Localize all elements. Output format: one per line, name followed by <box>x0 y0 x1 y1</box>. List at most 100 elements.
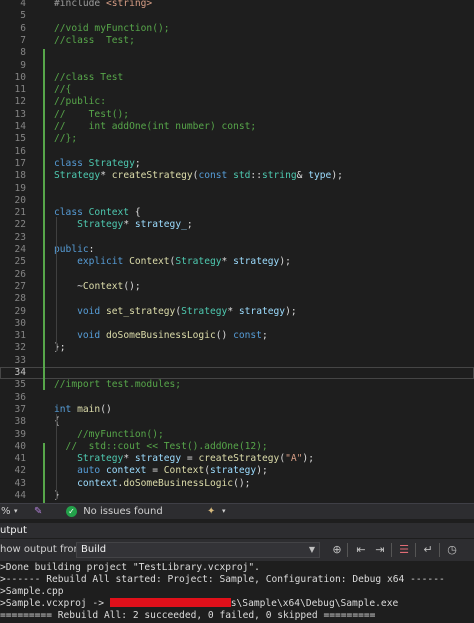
code-line[interactable]: 24 public: <box>0 244 474 256</box>
code-line[interactable]: 25 explicit Context(Strategy* strategy); <box>0 256 474 268</box>
change-margin-bar <box>43 442 45 503</box>
line-number: 36 <box>14 391 26 403</box>
line-number: 20 <box>14 194 26 206</box>
code-line[interactable]: 6 //void myFunction(); <box>0 23 474 35</box>
output-line: >Done building project "TestLibrary.vcxp… <box>0 562 260 573</box>
code-line[interactable]: 8 <box>0 47 474 59</box>
code-text: //myFunction(); <box>54 429 164 441</box>
code-line[interactable]: 11 //{ <box>0 84 474 96</box>
spellcheck-icon[interactable]: ✎ <box>34 504 42 519</box>
line-number: 8 <box>20 47 26 59</box>
line-number: 24 <box>14 244 26 255</box>
code-line[interactable]: 19 <box>0 183 474 195</box>
line-number: 44 <box>14 490 26 501</box>
code-token: Strategy <box>88 157 135 169</box>
code-cleanup-dropdown-icon[interactable]: ▾ <box>222 504 226 519</box>
code-line[interactable]: 33 <box>0 355 474 367</box>
code-line[interactable]: 21 class Context { <box>0 207 474 219</box>
code-line[interactable]: 22 Strategy* strategy_; <box>0 219 474 231</box>
code-line[interactable]: 14 // int addOne(int number) const; <box>0 121 474 133</box>
code-line[interactable]: 10 //class Test <box>0 72 474 84</box>
code-line[interactable]: 23 <box>0 232 474 244</box>
word-wrap-icon[interactable]: ↵ <box>421 543 435 557</box>
toolbar-divider <box>415 543 416 557</box>
code-token: Strategy <box>54 170 101 182</box>
code-text: // int addOne(int number) const; <box>54 121 256 133</box>
code-line[interactable]: 9 <box>0 60 474 72</box>
code-line[interactable]: 5 <box>0 10 474 22</box>
code-line[interactable]: 16 <box>0 146 474 158</box>
output-path-suffix: s\Sample\x64\Debug\Sample.exe <box>230 598 399 609</box>
line-number: 11 <box>14 84 26 96</box>
code-line[interactable]: 35 //import test.modules; <box>0 379 474 391</box>
next-message-icon[interactable]: ⇥ <box>373 543 387 557</box>
line-number: 9 <box>20 59 26 71</box>
code-token: doSomeBusinessLogic <box>123 477 234 489</box>
code-line[interactable]: 40 // std::cout << Test().addOne(12); <box>0 441 474 453</box>
code-token: * <box>100 170 112 182</box>
code-line[interactable]: 13 // Test(); <box>0 109 474 121</box>
code-line[interactable]: 42 auto context = Context(strategy); <box>0 465 474 477</box>
code-line[interactable]: 18 Strategy* createStrategy(const std::st… <box>0 170 474 182</box>
code-line[interactable]: 32}; <box>0 342 474 354</box>
line-number: 14 <box>14 121 26 132</box>
chevron-down-icon: ▼ <box>308 545 315 554</box>
code-editor[interactable]: 4 #include <string> 5 6 //void myFunction();… <box>0 0 474 503</box>
indent-guide <box>56 413 57 500</box>
code-line[interactable]: 17 class Strategy; <box>0 158 474 170</box>
line-number: 19 <box>14 182 26 194</box>
code-token: "A" <box>285 453 303 465</box>
find-message-icon[interactable]: ⊕ <box>330 543 344 557</box>
code-line[interactable]: 27 ~Context(); <box>0 281 474 293</box>
output-text-area[interactable]: >Done building project "TestLibrary.vcxp… <box>0 561 474 623</box>
code-line[interactable]: 38{ <box>0 416 474 428</box>
code-text: //class Test <box>54 72 123 84</box>
code-token: (); <box>123 280 141 292</box>
success-check-icon: ✓ <box>66 506 77 517</box>
code-line[interactable]: 30 <box>0 318 474 330</box>
show-output-from-label: how output from: <box>0 544 87 555</box>
code-token: ; <box>186 219 193 231</box>
code-cleanup-brush-icon[interactable]: ✦ <box>207 504 215 519</box>
code-line[interactable]: 15 //}; <box>0 133 474 145</box>
zoom-level[interactable]: % <box>1 504 11 519</box>
code-line[interactable]: 36 <box>0 392 474 404</box>
line-number: 43 <box>14 477 26 489</box>
code-token: #include <box>54 0 106 9</box>
code-line[interactable]: 41 Strategy* strategy = createStrategy("… <box>0 453 474 465</box>
code-line[interactable]: 7 //class Test; <box>0 35 474 47</box>
line-number: 21 <box>14 207 26 219</box>
code-line[interactable]: 20 <box>0 195 474 207</box>
toolbar-divider <box>347 543 348 557</box>
code-token: void <box>77 330 106 342</box>
code-token: strategy <box>134 453 182 465</box>
code-line[interactable]: 12 //public: <box>0 96 474 108</box>
line-number: 38 <box>14 416 26 428</box>
code-line[interactable]: 28 <box>0 293 474 305</box>
code-token: = <box>146 465 164 477</box>
code-token: auto <box>77 465 106 477</box>
clear-all-icon[interactable]: ☰ <box>397 543 411 557</box>
code-line[interactable]: 31 void doSomeBusinessLogic() const; <box>0 330 474 342</box>
code-line[interactable]: 37 int main() <box>0 404 474 416</box>
timestamp-clock-icon[interactable]: ◷ <box>445 543 459 557</box>
code-line[interactable]: 29 void set_strategy(Strategy* strategy)… <box>0 306 474 318</box>
code-token: : <box>88 244 95 255</box>
code-line[interactable]: 39 //myFunction(); <box>0 429 474 441</box>
zoom-dropdown-icon[interactable]: ▾ <box>14 504 18 519</box>
code-token: doSomeBusinessLogic <box>106 330 216 342</box>
code-line[interactable]: 4 #include <string> <box>0 0 474 10</box>
code-line[interactable]: 44} <box>0 490 474 502</box>
issues-indicator[interactable]: ✓ No issues found <box>66 504 163 519</box>
output-source-select[interactable]: Build ▼ <box>76 542 320 558</box>
line-number: 22 <box>14 219 26 231</box>
code-token: class <box>54 207 89 219</box>
code-line[interactable]: 26 <box>0 269 474 281</box>
code-line[interactable]: 43 context.doSomeBusinessLogic(); <box>0 478 474 490</box>
line-number: 37 <box>14 403 26 415</box>
line-number: 5 <box>20 10 26 22</box>
prev-message-icon[interactable]: ⇤ <box>354 543 368 557</box>
toolbar-divider <box>391 543 392 557</box>
code-token: // Test(); <box>54 108 130 120</box>
code-line[interactable]: 34 <box>0 367 474 380</box>
